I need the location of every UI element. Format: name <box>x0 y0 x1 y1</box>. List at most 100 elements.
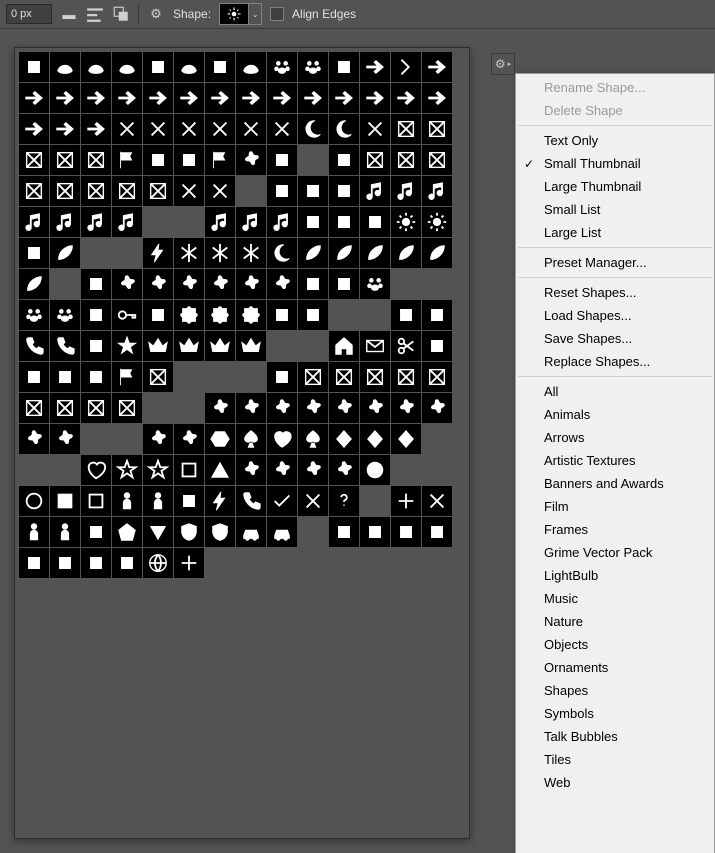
shape-orn2[interactable] <box>391 362 421 392</box>
shape-pencil2[interactable] <box>298 300 328 330</box>
shape-question[interactable] <box>329 486 359 516</box>
shape-burst5[interactable] <box>236 455 266 485</box>
shape-puzzle2[interactable] <box>205 300 235 330</box>
shape-tex5[interactable] <box>236 114 266 144</box>
shape-blank6[interactable] <box>112 238 142 268</box>
shape-blank25[interactable] <box>422 455 452 485</box>
shape-blank17[interactable] <box>143 393 173 423</box>
shape-moon-l[interactable] <box>329 114 359 144</box>
shape-orn5[interactable] <box>50 393 80 423</box>
shape-plus-sm[interactable] <box>174 548 204 578</box>
shape-leaf3[interactable] <box>360 238 390 268</box>
shape-bolt[interactable] <box>143 238 173 268</box>
shape-blank5[interactable] <box>81 238 111 268</box>
shape-rabbit[interactable] <box>174 52 204 82</box>
menu-objects[interactable]: Objects <box>516 633 714 656</box>
shape-blank4[interactable] <box>174 207 204 237</box>
shape-flower1[interactable] <box>112 269 142 299</box>
shape-flower9[interactable] <box>267 393 297 423</box>
menu-animals[interactable]: Animals <box>516 403 714 426</box>
shape-blank23[interactable] <box>50 455 80 485</box>
shape-phone3[interactable] <box>236 486 266 516</box>
shape-heart-out[interactable] <box>81 455 111 485</box>
shape-recycle2[interactable] <box>391 517 421 547</box>
shape-yinyang[interactable] <box>422 517 452 547</box>
menu-preset-manager[interactable]: Preset Manager... <box>516 251 714 274</box>
shape-arr11[interactable] <box>329 83 359 113</box>
shape-blank[interactable] <box>298 145 328 175</box>
shape-arr12[interactable] <box>360 83 390 113</box>
menu-large-thumbnail[interactable]: Large Thumbnail <box>516 175 714 198</box>
shape-pencil4[interactable] <box>422 300 452 330</box>
shape-envelope[interactable] <box>360 331 390 361</box>
shape-snow2[interactable] <box>205 238 235 268</box>
shape-bulb1[interactable] <box>298 269 328 299</box>
shape-hand[interactable] <box>360 269 390 299</box>
shape-frame2[interactable] <box>50 176 80 206</box>
menu-symbols[interactable]: Symbols <box>516 702 714 725</box>
menu-small-thumbnail[interactable]: ✓Small Thumbnail <box>516 152 714 175</box>
shape-flag-us[interactable] <box>112 362 142 392</box>
shape-film-strip2[interactable] <box>391 145 421 175</box>
shape-pentagon[interactable] <box>112 517 142 547</box>
shape-walk[interactable] <box>19 517 49 547</box>
shape-banner5[interactable] <box>81 145 111 175</box>
shape-seal[interactable] <box>236 145 266 175</box>
shape-tile2[interactable] <box>329 362 359 392</box>
menu-arrows[interactable]: Arrows <box>516 426 714 449</box>
shape-banner3[interactable] <box>19 145 49 175</box>
shape-blank11[interactable] <box>360 300 390 330</box>
shape-orn1[interactable] <box>360 362 390 392</box>
shape-banner-sm[interactable] <box>143 362 173 392</box>
shape-ribbon-award[interactable] <box>267 145 297 175</box>
shape-check[interactable] <box>267 486 297 516</box>
shape-moon-r[interactable] <box>298 114 328 144</box>
shape-blank21[interactable] <box>422 424 452 454</box>
shape-female[interactable] <box>19 548 49 578</box>
shape-star-badge[interactable] <box>112 331 142 361</box>
shape-shield[interactable] <box>174 517 204 547</box>
shape-frame3[interactable] <box>81 176 111 206</box>
menu-banners[interactable]: Banners and Awards <box>516 472 714 495</box>
menu-all[interactable]: All <box>516 380 714 403</box>
shape-arr2[interactable] <box>50 83 80 113</box>
menu-delete[interactable]: Delete Shape <box>516 99 714 122</box>
shape-blank10[interactable] <box>329 300 359 330</box>
menu-small-list[interactable]: Small List <box>516 198 714 221</box>
menu-reset-shapes[interactable]: Reset Shapes... <box>516 281 714 304</box>
shape-target[interactable] <box>50 362 80 392</box>
shape-blank2[interactable] <box>236 176 266 206</box>
shape-globe[interactable] <box>143 548 173 578</box>
shape-bike[interactable] <box>329 517 359 547</box>
shape-burst2[interactable] <box>391 393 421 423</box>
shape-crown2[interactable] <box>174 331 204 361</box>
shape-shield2[interactable] <box>205 517 235 547</box>
shape-dropdown-icon[interactable]: ⌄ <box>249 3 262 25</box>
shape-blank8[interactable] <box>391 269 421 299</box>
shape-phone2[interactable] <box>50 331 80 361</box>
shape-person-m[interactable] <box>143 486 173 516</box>
menu-ornaments[interactable]: Ornaments <box>516 656 714 679</box>
shape-blank26[interactable] <box>360 486 390 516</box>
shape-musicnote6[interactable] <box>81 207 111 237</box>
shape-diamond2[interactable] <box>360 424 390 454</box>
shape-blank9[interactable] <box>422 269 452 299</box>
shape-ribbon[interactable] <box>329 145 359 175</box>
shape-tracks[interactable] <box>329 52 359 82</box>
shape-blank7[interactable] <box>50 269 80 299</box>
shape-umbrella[interactable] <box>81 300 111 330</box>
shape-blank16[interactable] <box>236 362 266 392</box>
shape-blank13[interactable] <box>298 331 328 361</box>
shape-flower13[interactable] <box>298 455 328 485</box>
shape-tex8[interactable] <box>174 176 204 206</box>
shape-arr-curve2[interactable] <box>50 114 80 144</box>
shape-crescent[interactable] <box>267 238 297 268</box>
shape-leaf6[interactable] <box>19 269 49 299</box>
shape-flower7[interactable] <box>205 393 235 423</box>
shape-burst4[interactable] <box>174 424 204 454</box>
shape-snail[interactable] <box>143 52 173 82</box>
shape-frame5[interactable] <box>143 176 173 206</box>
shape-spade[interactable] <box>298 424 328 454</box>
shape-butterfly[interactable] <box>360 207 390 237</box>
shape-plus[interactable] <box>391 486 421 516</box>
